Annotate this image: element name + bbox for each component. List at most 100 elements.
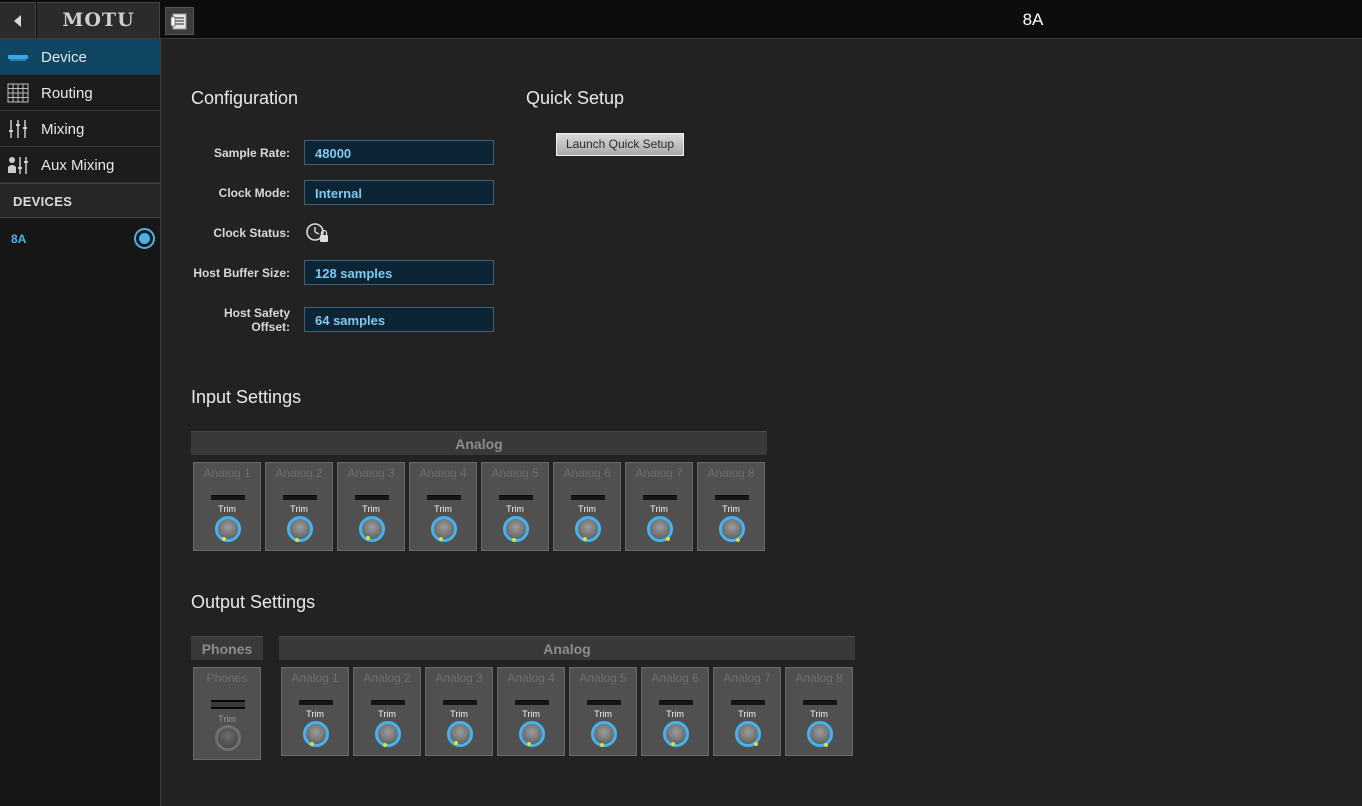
level-meter	[211, 495, 245, 500]
back-arrow-icon	[14, 15, 21, 27]
knob-indicator	[671, 742, 675, 746]
app-window: MOTU 8A Device Routing Mixing Aux Mixing…	[0, 0, 1362, 806]
channel-label: Analog 5	[491, 466, 539, 480]
knob-indicator	[383, 743, 387, 747]
sidebar-item-routing[interactable]: Routing	[0, 75, 160, 111]
sidebar-item-device[interactable]: Device	[0, 39, 160, 75]
trim-label: Trim	[722, 504, 740, 514]
output-analog-strip-2: Analog 2 Trim	[353, 667, 421, 756]
trim-knob[interactable]	[303, 721, 329, 747]
level-meter	[443, 700, 477, 705]
input-analog-strip-5: Analog 5 Trim	[481, 462, 549, 551]
trim-knob[interactable]	[591, 721, 617, 747]
level-meter	[499, 495, 533, 500]
trim-knob[interactable]	[215, 516, 241, 542]
trim-label: Trim	[594, 709, 612, 719]
sidebar: Device Routing Mixing Aux Mixing DEVICES…	[0, 39, 161, 806]
clock-status-label: Clock Status:	[213, 226, 290, 240]
channel-label: Analog 8	[795, 671, 843, 685]
sample-rate-select[interactable]: 48000	[304, 140, 494, 165]
trim-knob[interactable]	[375, 721, 401, 747]
output-analog-group-header: Analog	[279, 636, 855, 660]
trim-knob[interactable]	[431, 516, 457, 542]
trim-label: Trim	[578, 504, 596, 514]
logo-text: MOTU	[62, 9, 135, 31]
host-safety-select[interactable]: 64 samples	[304, 307, 494, 332]
trim-knob[interactable]	[647, 516, 673, 542]
clock-mode-label: Clock Mode:	[218, 186, 290, 200]
channel-label: Analog 7	[723, 671, 771, 685]
trim-knob[interactable]	[575, 516, 601, 542]
host-buffer-value: 128 samples	[315, 266, 393, 281]
channel-label: Analog 8	[707, 466, 755, 480]
level-meter	[659, 700, 693, 705]
knob-indicator	[600, 743, 604, 747]
output-analog-strip-3: Analog 3 Trim	[425, 667, 493, 756]
document-menu-button[interactable]	[165, 7, 194, 35]
level-meter	[355, 495, 389, 500]
channel-label: Analog 5	[579, 671, 627, 685]
quick-setup-title: Quick Setup	[526, 88, 625, 108]
devices-header: DEVICES	[0, 183, 160, 218]
sidebar-item-label: Mixing	[41, 121, 85, 138]
trim-label: Trim	[434, 504, 452, 514]
channel-label: Analog 3	[435, 671, 483, 685]
configuration-title: Configuration	[191, 88, 299, 108]
level-meter	[571, 495, 605, 500]
knob-indicator	[666, 537, 670, 541]
trim-knob[interactable]	[287, 516, 313, 542]
trim-knob[interactable]	[359, 516, 385, 542]
trim-knob[interactable]	[663, 721, 689, 747]
trim-label: Trim	[378, 709, 396, 719]
clock-mode-select[interactable]: Internal	[304, 180, 494, 205]
output-analog-strip-6: Analog 6 Trim	[641, 667, 709, 756]
sidebar-item-aux-mixing[interactable]: Aux Mixing	[0, 147, 160, 183]
output-analog-strip-7: Analog 7 Trim	[713, 667, 781, 756]
channel-label: Analog 2	[363, 671, 411, 685]
host-safety-label-line1: Host Safety	[223, 306, 290, 320]
trim-knob[interactable]	[215, 725, 241, 751]
device-list-item-8a[interactable]: 8A	[11, 232, 26, 246]
channel-label: Phones	[206, 671, 248, 685]
device-select-radio[interactable]	[134, 228, 155, 249]
knob-indicator	[295, 538, 299, 542]
device-icon	[8, 55, 28, 61]
sidebar-item-label: Device	[41, 49, 87, 66]
input-analog-strip-6: Analog 6 Trim	[553, 462, 621, 551]
channel-label: Analog 6	[563, 466, 611, 480]
trim-knob[interactable]	[735, 721, 761, 747]
input-analog-strip-2: Analog 2 Trim	[265, 462, 333, 551]
sidebar-item-mixing[interactable]: Mixing	[0, 111, 160, 147]
trim-knob[interactable]	[519, 721, 545, 747]
host-safety-label-line2: Offset:	[251, 320, 290, 334]
level-meter	[643, 495, 677, 500]
level-meter	[211, 700, 245, 709]
trim-knob[interactable]	[807, 721, 833, 747]
input-analog-strip-1: Analog 1 Trim	[193, 462, 261, 551]
launch-quick-setup-button[interactable]: Launch Quick Setup	[556, 133, 684, 156]
host-buffer-select[interactable]: 128 samples	[304, 260, 494, 285]
trim-label: Trim	[218, 714, 236, 724]
level-meter	[283, 495, 317, 500]
trim-label: Trim	[218, 504, 236, 514]
level-meter	[371, 700, 405, 705]
channel-label: Analog 1	[291, 671, 339, 685]
trim-knob[interactable]	[503, 516, 529, 542]
channel-label: Analog 3	[347, 466, 395, 480]
host-safety-value: 64 samples	[315, 313, 386, 328]
devices-header-label: DEVICES	[13, 194, 73, 209]
input-analog-strip-4: Analog 4 Trim	[409, 462, 477, 551]
trim-label: Trim	[506, 504, 524, 514]
host-buffer-label: Host Buffer Size:	[193, 266, 290, 280]
input-analog-strip-3: Analog 3 Trim	[337, 462, 405, 551]
clock-mode-value: Internal	[315, 186, 362, 201]
channel-label: Analog 2	[275, 466, 323, 480]
trim-knob[interactable]	[719, 516, 745, 542]
output-settings-title: Output Settings	[191, 592, 316, 612]
trim-label: Trim	[522, 709, 540, 719]
trim-knob[interactable]	[447, 721, 473, 747]
trim-label: Trim	[810, 709, 828, 719]
level-meter	[731, 700, 765, 705]
back-button[interactable]	[0, 2, 36, 38]
knob-indicator	[754, 742, 758, 746]
